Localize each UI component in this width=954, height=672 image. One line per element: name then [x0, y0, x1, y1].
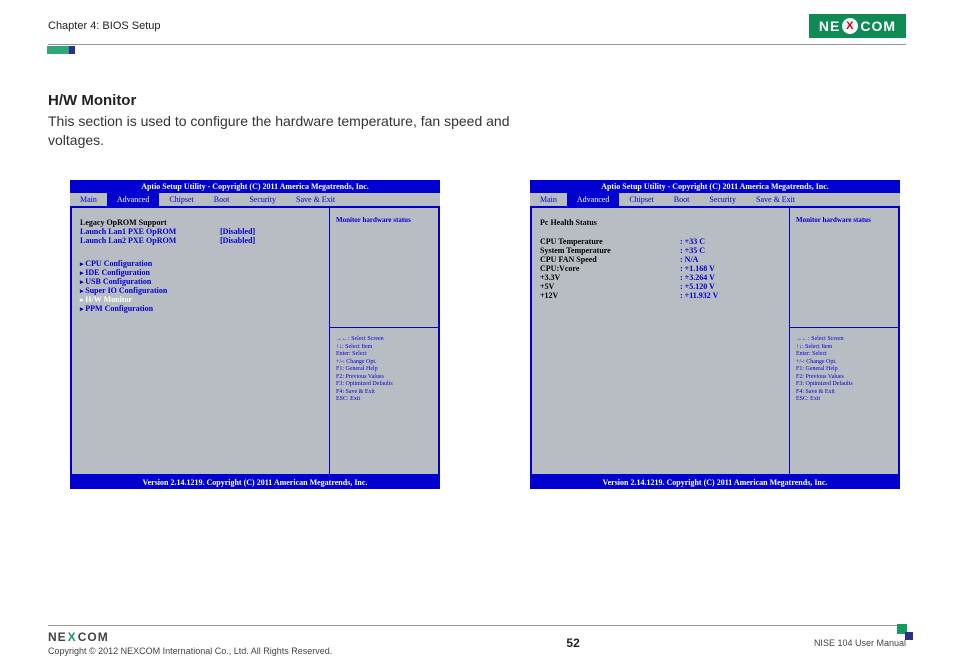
manual-name: NISE 104 User Manual: [814, 638, 906, 648]
pc-health-header: Pc Health Status: [540, 218, 781, 227]
bios-tabs: Main Advanced Chipset Boot Security Save…: [70, 193, 440, 208]
legacy-oprom-header: Legacy OpROM Support: [80, 218, 321, 227]
tab-chipset[interactable]: Chipset: [159, 193, 203, 206]
bios-screen-left: Aptio Setup Utility - Copyright (C) 2011…: [70, 180, 440, 489]
health-row: +3.3V: +3.264 V: [540, 273, 781, 282]
lan2-row[interactable]: Launch Lan2 PXE OpROM [Disabled]: [80, 236, 321, 245]
health-row: CPU FAN Speed: N/A: [540, 255, 781, 264]
footer-accent-icon: [897, 624, 907, 634]
bios-panels: Aptio Setup Utility - Copyright (C) 2011…: [70, 180, 900, 489]
bios-title: Aptio Setup Utility - Copyright (C) 2011…: [70, 180, 440, 193]
tab-save-exit[interactable]: Save & Exit: [746, 193, 805, 206]
key-help: →←: Select Screen ↑↓: Select Item Enter:…: [790, 328, 898, 412]
menu-cpu[interactable]: CPU Configuration: [80, 259, 321, 268]
tab-chipset[interactable]: Chipset: [619, 193, 663, 206]
health-row: +5V: +5.120 V: [540, 282, 781, 291]
key-help: →←: Select Screen ↑↓: Select Item Enter:…: [330, 328, 438, 412]
help-text: Monitor hardware status: [790, 208, 898, 328]
page-footer: NE X COM Copyright © 2012 NEXCOM Interna…: [48, 625, 906, 656]
bios-side: Monitor hardware status →←: Select Scree…: [790, 208, 898, 474]
health-row: CPU:Vcore: +1.168 V: [540, 264, 781, 273]
tab-security[interactable]: Security: [239, 193, 286, 206]
bios-screen-right: Aptio Setup Utility - Copyright (C) 2011…: [530, 180, 900, 489]
health-row: System Temperature: +35 C: [540, 246, 781, 255]
tab-boot[interactable]: Boot: [664, 193, 700, 206]
bios-body: Pc Health Status CPU Temperature: +33 C …: [530, 208, 900, 476]
bios-tabs: Main Advanced Chipset Boot Security Save…: [530, 193, 900, 208]
tab-main[interactable]: Main: [70, 193, 107, 206]
bios-title: Aptio Setup Utility - Copyright (C) 2011…: [530, 180, 900, 193]
bios-footer: Version 2.14.1219. Copyright (C) 2011 Am…: [70, 476, 440, 489]
footer-x-icon: X: [68, 630, 77, 644]
footer-logo: NE X COM: [48, 630, 332, 644]
menu-ide[interactable]: IDE Configuration: [80, 268, 321, 277]
tab-save-exit[interactable]: Save & Exit: [286, 193, 345, 206]
copyright: Copyright © 2012 NEXCOM International Co…: [48, 646, 332, 656]
tab-security[interactable]: Security: [699, 193, 746, 206]
bios-side: Monitor hardware status →←: Select Scree…: [330, 208, 438, 474]
tab-boot[interactable]: Boot: [204, 193, 240, 206]
tab-advanced[interactable]: Advanced: [107, 193, 159, 206]
page-number: 52: [566, 636, 579, 650]
menu-superio[interactable]: Super IO Configuration: [80, 286, 321, 295]
section-description: This section is used to configure the ha…: [48, 112, 514, 150]
menu-usb[interactable]: USB Configuration: [80, 277, 321, 286]
menu-hw-monitor[interactable]: H/W Monitor: [80, 295, 321, 304]
tab-main[interactable]: Main: [530, 193, 567, 206]
bios-content: Pc Health Status CPU Temperature: +33 C …: [532, 208, 790, 474]
bios-content: Legacy OpROM Support Launch Lan1 PXE OpR…: [72, 208, 330, 474]
brand-logo: NE X COM: [809, 14, 906, 38]
health-row: +12V: +11.932 V: [540, 291, 781, 300]
bios-footer: Version 2.14.1219. Copyright (C) 2011 Am…: [530, 476, 900, 489]
lan1-row[interactable]: Launch Lan1 PXE OpROM [Disabled]: [80, 227, 321, 236]
health-row: CPU Temperature: +33 C: [540, 237, 781, 246]
section-title: H/W Monitor: [48, 92, 136, 109]
page-header: Chapter 4: BIOS Setup NE X COM: [48, 14, 906, 45]
brand-x-icon: X: [842, 18, 858, 34]
bios-body: Legacy OpROM Support Launch Lan1 PXE OpR…: [70, 208, 440, 476]
menu-ppm[interactable]: PPM Configuration: [80, 304, 321, 313]
help-text: Monitor hardware status: [330, 208, 438, 328]
header-accent-icon: [47, 46, 75, 54]
tab-advanced[interactable]: Advanced: [567, 193, 619, 206]
chapter-label: Chapter 4: BIOS Setup: [48, 20, 161, 32]
